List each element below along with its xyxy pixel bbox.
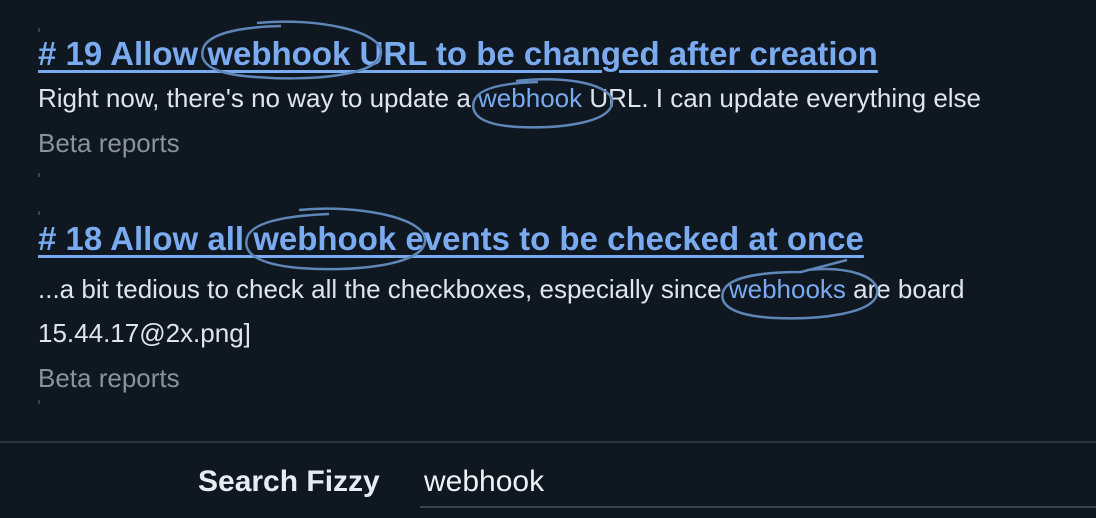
divider-tick [38,211,40,215]
snippet-text: are board [845,274,965,304]
title-prefix: # 18 Allow all [38,220,254,257]
result-snippet-continued: 15.44.17@2x.png] [38,318,251,348]
snippet-text: Right now, there's no way to update a [38,83,479,113]
search-results-page: # 19 Allow webhook URL to be changed aft… [0,0,1096,518]
result-snippet: ...a bit tedious to check all the checkb… [38,258,1096,320]
title-suffix: URL to be changed after creation [350,35,878,72]
result-title-link[interactable]: # 19 Allow webhook URL to be changed aft… [38,20,1096,80]
title-suffix: events to be checked at once [396,220,864,257]
divider-tick [38,173,40,177]
search-label: Search Fizzy [198,465,380,498]
title-match-highlight: webhook [245,207,427,271]
snippet-match-text: webhook [478,83,583,113]
result-snippet: Right now, there's no way to update a we… [38,76,1096,129]
snippet-text: ...a bit tedious to check all the checkb… [38,274,729,304]
divider-tick [38,400,40,404]
search-input[interactable] [420,458,1096,508]
search-bar-divider [0,441,1096,443]
collection-link[interactable]: Beta reports [38,126,1096,160]
search-result-card[interactable]: # 19 Allow webhook URL to be changed aft… [38,20,1096,160]
title-prefix: # 19 Allow [38,35,208,72]
collection-link[interactable]: Beta reports [38,361,1096,395]
snippet-match-text: webhooks [728,274,846,304]
snippet-match-highlight[interactable]: webhooks [721,258,879,320]
search-result-card[interactable]: # 18 Allow all webhook events to be chec… [38,207,1096,395]
title-match-text: webhook [253,220,397,257]
result-title-link[interactable]: # 18 Allow all webhook events to be chec… [38,207,1096,271]
snippet-match-highlight[interactable]: webhook [472,78,614,129]
title-match-highlight: webhook [201,20,383,80]
title-match-text: webhook [207,35,351,72]
snippet-text: URL. I can update everything else [582,83,982,113]
